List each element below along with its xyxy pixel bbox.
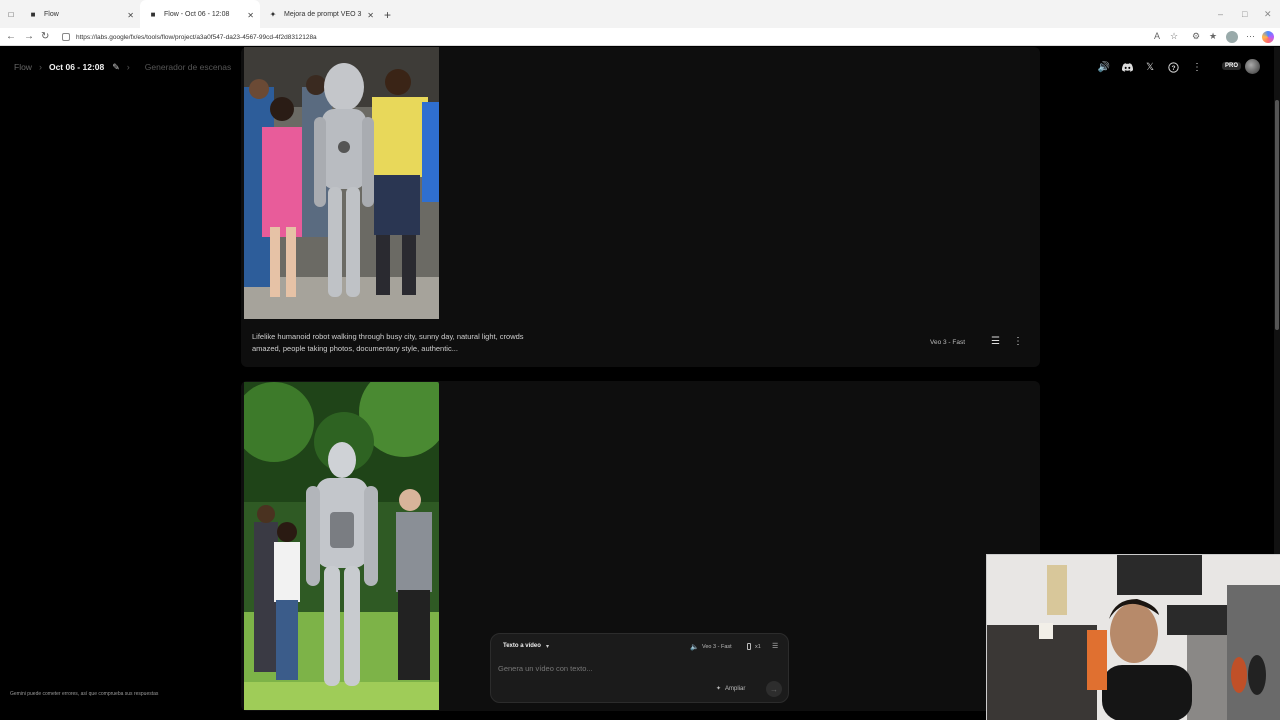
output-count[interactable]: x1 — [755, 644, 761, 650]
gemini-favicon-icon: ✦ — [269, 9, 277, 19]
mode-selector[interactable]: Texto a vídeo — [503, 643, 541, 649]
close-tab-icon[interactable]: ✕ — [127, 11, 134, 20]
browser-tab-1[interactable]: ■ Flow ✕ — [20, 0, 140, 28]
audio-icon[interactable]: 🔈 — [690, 643, 699, 651]
favorites-bar-icon[interactable]: ★ — [1209, 31, 1217, 42]
flow-favicon-icon: ■ — [150, 9, 156, 19]
chevron-right-icon: › — [38, 62, 42, 72]
url-field[interactable]: https://labs.google/fx/es/tools/flow/pro… — [62, 30, 1142, 44]
browser-tab-2[interactable]: ■ Flow - Oct 06 - 12:08 ✕ — [140, 0, 260, 28]
help-icon[interactable]: ? — [1166, 60, 1180, 74]
card-more-vert-icon[interactable]: ⋮ — [1013, 336, 1023, 347]
site-info-icon[interactable] — [62, 33, 70, 41]
tab-title: Flow - Oct 06 - 12:08 — [164, 10, 230, 18]
svg-text:?: ? — [1171, 64, 1175, 71]
caret-down-icon[interactable]: ▾ — [546, 643, 549, 650]
webcam-overlay — [986, 554, 1280, 720]
browser-tab-3[interactable]: ✦ Mejora de prompt VEO 3 ✕ — [260, 0, 380, 28]
pro-badge: PRO — [1222, 62, 1242, 70]
video-thumbnail-robot-city[interactable] — [244, 47, 439, 319]
tab-title: Flow — [44, 10, 59, 18]
profile-avatar[interactable] — [1226, 31, 1238, 43]
close-tab-icon[interactable]: ✕ — [247, 11, 254, 20]
url-text: https://labs.google/fx/es/tools/flow/pro… — [76, 33, 317, 41]
edit-pencil-icon[interactable]: ✎ — [112, 62, 120, 73]
prompt-composer: Texto a vídeo ▾ 🔈 Veo 3 - Fast x1 ☰ ✦ Am… — [490, 633, 789, 703]
expand-label: Ampliar — [725, 685, 746, 692]
wand-icon: ✦ — [716, 686, 722, 692]
video-card: Lifelike humanoid robot walking through … — [241, 47, 1040, 367]
extensions-icon[interactable]: ⚙ — [1192, 31, 1200, 42]
list-settings-icon[interactable]: ☰ — [991, 336, 1000, 347]
model-selector[interactable]: Veo 3 - Fast — [702, 644, 732, 650]
forward-icon[interactable]: → — [24, 31, 34, 42]
breadcrumb-flow-link[interactable]: Flow — [14, 62, 32, 72]
prompt-text: Lifelike humanoid robot walking through … — [252, 332, 524, 353]
flow-favicon-icon: ■ — [30, 9, 36, 19]
video-thumbnail-robot-park[interactable] — [244, 382, 439, 710]
prompt-input[interactable] — [498, 662, 688, 674]
read-aloud-icon[interactable]: A — [1154, 31, 1160, 41]
chevron-right-icon: › — [126, 62, 130, 72]
tune-settings-icon[interactable]: ☰ — [772, 642, 778, 650]
scrollbar-thumb[interactable] — [1275, 100, 1279, 330]
close-tab-icon[interactable]: ✕ — [367, 11, 374, 20]
breadcrumb: Flow › Oct 06 - 12:08 ✎ › Generador de e… — [14, 60, 231, 74]
more-options-icon[interactable]: ⋯ — [1246, 31, 1255, 42]
expand-button[interactable]: ✦ Ampliar — [716, 685, 746, 693]
volume-icon[interactable]: 🔊 — [1097, 60, 1111, 74]
new-tab-icon[interactable]: + — [384, 8, 391, 22]
address-bar: ← → ↻ https://labs.google/fx/es/tools/fl… — [0, 28, 1280, 46]
window-close-icon[interactable]: ✕ — [1264, 9, 1272, 20]
send-arrow-icon[interactable]: → — [766, 681, 782, 697]
browser-tab-strip: □ ■ Flow ✕ ■ Flow - Oct 06 - 12:08 ✕ ✦ M… — [0, 0, 1280, 28]
model-label: Veo 3 - Fast — [930, 339, 966, 346]
x-twitter-icon[interactable]: 𝕏 — [1143, 60, 1157, 74]
scene-builder-link[interactable]: Generador de escenas — [145, 62, 231, 72]
tab-title: Mejora de prompt VEO 3 — [284, 10, 362, 18]
more-vert-icon[interactable]: ⋮ — [1190, 60, 1204, 74]
user-avatar[interactable] — [1245, 59, 1260, 74]
aspect-ratio-icon[interactable] — [747, 643, 751, 650]
disclaimer-text: Gemini puede cometer errores, así que co… — [10, 691, 159, 697]
discord-icon[interactable] — [1120, 60, 1134, 74]
copilot-icon[interactable] — [1262, 31, 1274, 43]
reload-icon[interactable]: ↻ — [41, 31, 49, 42]
tab-actions-icon[interactable]: □ — [0, 0, 20, 28]
maximize-icon[interactable]: □ — [1242, 9, 1247, 19]
back-icon[interactable]: ← — [6, 31, 16, 42]
minimize-icon[interactable]: – — [1218, 9, 1223, 19]
project-title: Oct 06 - 12:08 — [48, 62, 105, 72]
favorite-icon[interactable]: ☆ — [1170, 31, 1178, 42]
